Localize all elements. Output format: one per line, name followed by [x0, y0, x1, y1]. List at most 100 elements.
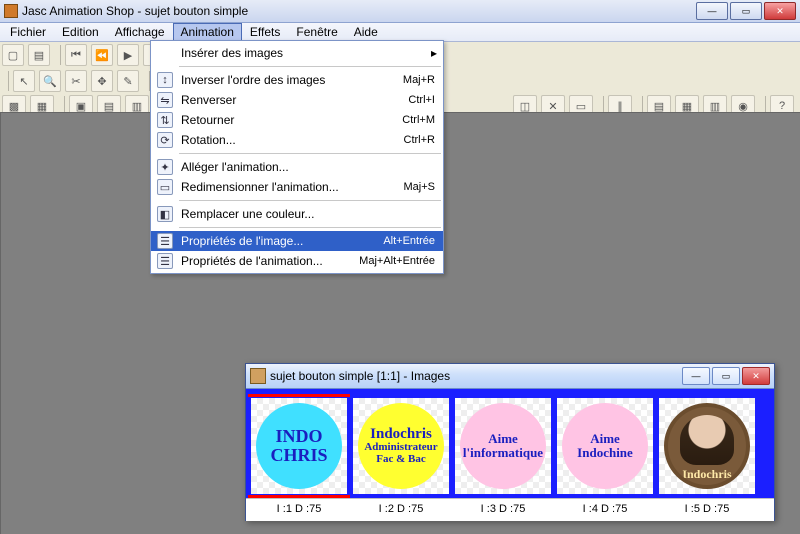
frame[interactable]: AimeIndochine [557, 398, 653, 494]
menu-entry-shortcut: Maj+R [347, 74, 439, 86]
minimize-button[interactable]: — [696, 2, 728, 20]
menu-entry[interactable]: ◧Remplacer une couleur... [151, 204, 443, 224]
tool-rewind-icon[interactable]: ⏮ [65, 44, 87, 66]
frame-content: Indochris [664, 403, 750, 489]
menu-entry-shortcut: Alt+Entrée [347, 235, 439, 247]
menu-entry-label: Insérer des images [177, 46, 347, 60]
title-bar: Jasc Animation Shop - sujet bouton simpl… [0, 0, 800, 23]
frame[interactable]: IndochrisAdministrateurFac & Bac [353, 398, 449, 494]
menu-entry-label: Alléger l'animation... [177, 160, 347, 174]
app-title: Jasc Animation Shop - sujet bouton simpl… [22, 4, 248, 18]
frame-content: INDOCHRIS [256, 403, 342, 489]
frame-label: I :5 D :75 [659, 499, 755, 521]
tool-crop-icon[interactable]: ✂ [65, 70, 87, 92]
menu-entry[interactable]: ☰Propriétés de l'image...Alt+Entrée [151, 231, 443, 251]
menu-entry-icon: ☰ [153, 253, 177, 269]
menu-entry-shortcut: Ctrl+M [347, 114, 439, 126]
frame[interactable]: Indochris [659, 398, 755, 494]
menu-entry-label: Rotation... [177, 133, 347, 147]
tool-picker-icon[interactable]: ✎ [117, 70, 139, 92]
menu-entry-shortcut: Ctrl+I [347, 94, 439, 106]
menu-entry-icon: ☰ [153, 233, 177, 249]
tool-prev-icon[interactable]: ⏪ [91, 44, 113, 66]
document-body: INDOCHRISIndochrisAdministrateurFac & Ba… [246, 389, 774, 521]
menu-entry[interactable]: ↕Inverser l'ordre des imagesMaj+R [151, 70, 443, 90]
menu-entry-icon: ⇅ [153, 112, 177, 128]
menu-entry[interactable]: ▭Redimensionner l'animation...Maj+S [151, 177, 443, 197]
menu-item-aide[interactable]: Aide [346, 23, 386, 41]
menu-entry-icon: ▭ [153, 179, 177, 195]
frame-content: AimeIndochine [562, 403, 648, 489]
frame-text-line: Fac & Bac [376, 454, 425, 466]
tool-pointer-icon[interactable]: ↖ [13, 70, 35, 92]
menu-entry-shortcut: Ctrl+R [347, 134, 439, 146]
close-button[interactable]: ✕ [764, 2, 796, 20]
doc-minimize-button[interactable]: — [682, 367, 710, 385]
menu-item-effets[interactable]: Effets [242, 23, 288, 41]
app-icon [4, 4, 18, 18]
menu-entry-label: Redimensionner l'animation... [177, 180, 347, 194]
filmstrip-labels: I :1 D :75 I :2 D :75 I :3 D :75 I :4 D :75… [246, 498, 774, 521]
document-window-controls: — ▭ ✕ [682, 367, 770, 385]
menu-entry[interactable]: ⟳Rotation...Ctrl+R [151, 130, 443, 150]
frame-text-line: CHRIS [270, 446, 327, 465]
frame-text-line: l'informatique [463, 446, 543, 460]
maximize-button[interactable]: ▭ [730, 2, 762, 20]
tool-play-icon[interactable]: ▶ [117, 44, 139, 66]
tool-new-icon[interactable]: ▢ [2, 44, 24, 66]
menu-separator [179, 200, 441, 201]
menu-entry-icon: ⇋ [153, 92, 177, 108]
menu-item-animation[interactable]: Animation [173, 23, 242, 41]
menu-entry-shortcut: Maj+S [347, 181, 439, 193]
menu-entry[interactable]: ✦Alléger l'animation... [151, 157, 443, 177]
tool-move-icon[interactable]: ✥ [91, 70, 113, 92]
frame-text-line: INDO [275, 427, 322, 446]
menu-separator [179, 153, 441, 154]
document-icon [250, 368, 266, 384]
frame-text-line: Indochris [370, 427, 432, 443]
menu-entry-label: Remplacer une couleur... [177, 207, 347, 221]
frame-text-line: Indochris [682, 468, 731, 481]
menu-entry-icon: ⟳ [153, 132, 177, 148]
document-window: sujet bouton simple [1:1] - Images — ▭ ✕… [245, 363, 775, 521]
frame-content: Aimel'informatique [460, 403, 546, 489]
menu-separator [179, 227, 441, 228]
document-title-bar: sujet bouton simple [1:1] - Images — ▭ ✕ [246, 364, 774, 389]
menu-item-edition[interactable]: Edition [54, 23, 107, 41]
filmstrip: INDOCHRISIndochrisAdministrateurFac & Ba… [246, 389, 774, 498]
frame-label: I :1 D :75 [251, 499, 347, 521]
doc-close-button[interactable]: ✕ [742, 367, 770, 385]
submenu-arrow-icon: ▸ [431, 46, 437, 60]
frame[interactable]: Aimel'informatique [455, 398, 551, 494]
doc-maximize-button[interactable]: ▭ [712, 367, 740, 385]
application-window: Jasc Animation Shop - sujet bouton simpl… [0, 0, 800, 534]
frame-label: I :2 D :75 [353, 499, 449, 521]
tool-open-icon[interactable]: ▤ [28, 44, 50, 66]
menu-entry[interactable]: ☰Propriétés de l'animation...Maj+Alt+Ent… [151, 251, 443, 271]
menu-entry-icon: ↕ [153, 72, 177, 88]
menu-entry-label: Propriétés de l'image... [177, 234, 347, 248]
menu-item-fenêtre[interactable]: Fenêtre [288, 23, 345, 41]
tool-zoom-icon[interactable]: 🔍 [39, 70, 61, 92]
menu-entry[interactable]: ⇋RenverserCtrl+I [151, 90, 443, 110]
menu-item-fichier[interactable]: Fichier [2, 23, 54, 41]
menu-entry-icon: ✦ [153, 159, 177, 175]
menu-entry[interactable]: ⇅RetournerCtrl+M [151, 110, 443, 130]
menu-entry-label: Inverser l'ordre des images [177, 73, 347, 87]
menu-entry-shortcut: Maj+Alt+Entrée [347, 255, 439, 267]
animation-menu-dropdown: Insérer des images ▸ ↕Inverser l'ordre des… [150, 40, 444, 274]
frame[interactable]: INDOCHRIS [251, 398, 347, 494]
document-title: sujet bouton simple [1:1] - Images [270, 369, 450, 383]
menu-entry-label: Propriétés de l'animation... [177, 254, 347, 268]
menu-entry[interactable]: Insérer des images ▸ [151, 43, 443, 63]
frame-text-line: Aime [488, 432, 518, 446]
menu-entry-icon: ◧ [153, 206, 177, 222]
frame-content: IndochrisAdministrateurFac & Bac [358, 403, 444, 489]
frame-label: I :3 D :75 [455, 499, 551, 521]
menu-entry-label: Retourner [177, 113, 347, 127]
window-controls: — ▭ ✕ [696, 2, 796, 20]
menu-separator [179, 66, 441, 67]
menu-entry-label: Renverser [177, 93, 347, 107]
frame-label: I :4 D :75 [557, 499, 653, 521]
menu-item-affichage[interactable]: Affichage [107, 23, 173, 41]
